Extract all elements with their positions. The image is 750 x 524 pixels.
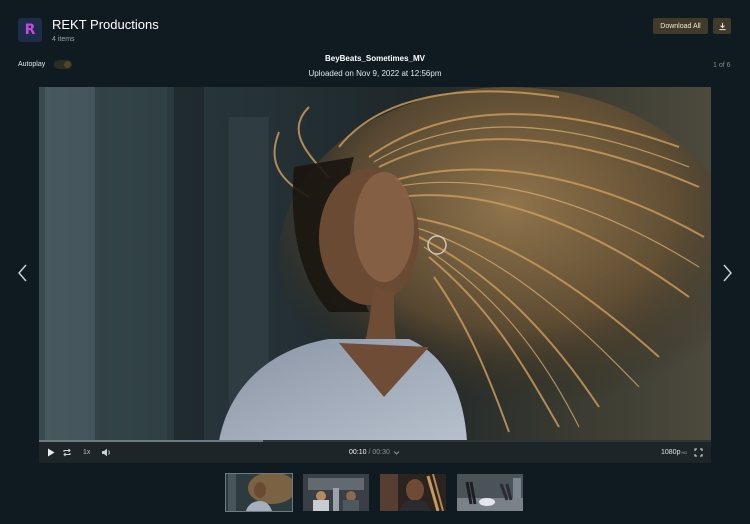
- chevron-right-icon: [723, 264, 732, 282]
- file-name: BeyBeats_Sometimes_MV: [324, 54, 426, 63]
- fullscreen-icon: [694, 448, 703, 457]
- timecode[interactable]: 00:10 / 00:30: [349, 442, 400, 463]
- quality-label: 1080p: [661, 449, 681, 456]
- thumb-dancers[interactable]: [457, 474, 523, 511]
- logo-letter: R: [24, 22, 36, 38]
- upload-date: Uploaded on Nov 9, 2022 at 12:56pm: [308, 69, 442, 78]
- thumb-stage-image: [303, 474, 369, 511]
- loop-icon: [63, 448, 71, 457]
- download-icon: [718, 22, 726, 30]
- quality-button[interactable]: 1080p HD: [661, 442, 687, 463]
- chevron-left-icon: [18, 264, 27, 282]
- thumb-dancers-image: [457, 474, 523, 511]
- next-button[interactable]: [720, 262, 734, 284]
- volume-icon: [102, 448, 110, 457]
- thumb-closeup-image: [380, 474, 446, 511]
- play-button[interactable]: [47, 442, 55, 463]
- volume-button[interactable]: [101, 442, 111, 463]
- download-all-button[interactable]: Download All: [653, 18, 708, 34]
- page-title: REKT Productions: [52, 17, 159, 32]
- download-button[interactable]: [713, 18, 731, 34]
- video-player[interactable]: 1x 00:10 / 00:30 1080p HD: [39, 87, 711, 463]
- logo-icon[interactable]: R: [18, 18, 42, 42]
- thumb-braids-image: [226, 474, 292, 511]
- current-time: 00:10: [349, 449, 367, 456]
- chevron-down-icon: [393, 450, 400, 455]
- thumb-stage[interactable]: [303, 474, 369, 511]
- hd-badge: HD: [681, 450, 688, 455]
- duration: 00:30: [372, 449, 390, 456]
- thumb-braids[interactable]: [225, 473, 293, 512]
- thumb-closeup[interactable]: [380, 474, 446, 511]
- speed-button[interactable]: 1x: [83, 442, 90, 463]
- play-icon: [48, 448, 55, 457]
- previous-button[interactable]: [16, 262, 30, 284]
- video-frame[interactable]: [39, 87, 711, 441]
- item-position: 1 of 6: [713, 62, 731, 69]
- fullscreen-button[interactable]: [694, 442, 703, 463]
- item-count: 4 items: [52, 36, 75, 43]
- player-controls: 1x 00:10 / 00:30 1080p HD: [39, 442, 711, 463]
- header: R REKT Productions 4 items Download All: [0, 0, 750, 56]
- loop-button[interactable]: [62, 442, 72, 463]
